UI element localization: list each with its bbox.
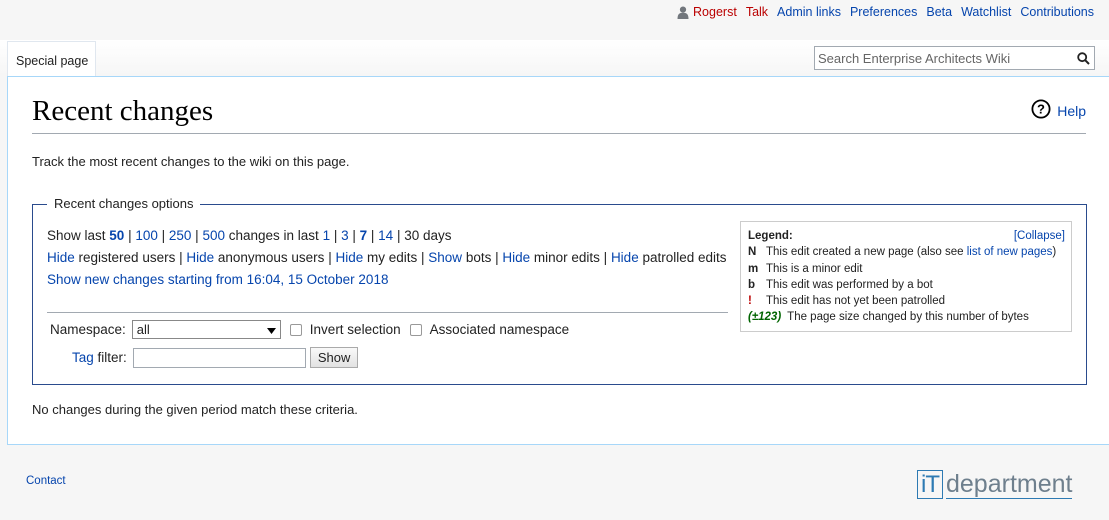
user-link[interactable]: Rogerst [693, 5, 737, 19]
new-changes-link[interactable]: Show new changes starting from 16:04, 15… [47, 272, 388, 287]
limit-250[interactable]: 250 [169, 228, 192, 243]
list-of-new-pages-link[interactable]: list of new pages [967, 246, 1053, 258]
logo-department: department [946, 470, 1073, 499]
search-input[interactable] [815, 48, 1072, 68]
namespace-value: all [136, 322, 150, 337]
tab-special-page[interactable]: Special page [7, 41, 96, 77]
invert-selection-checkbox[interactable] [289, 323, 302, 336]
contact-link[interactable]: Contact [26, 475, 66, 487]
limit-50[interactable]: 50 [109, 228, 124, 243]
search-box [814, 46, 1095, 70]
tag-filter-input[interactable] [132, 347, 306, 368]
tag-filter-label: filter: [97, 350, 127, 365]
chevron-down-icon [266, 322, 276, 337]
page-title: Recent changes [32, 95, 214, 127]
limits-line: Show last 50 | 100 | 250 | 500 changes i… [47, 228, 452, 243]
options-links: Show last 50 | 100 | 250 | 500 changes i… [47, 225, 727, 291]
no-changes-message: No changes during the given period match… [32, 402, 358, 417]
talk-link[interactable]: Talk [746, 5, 768, 19]
options-divider [47, 312, 728, 313]
beta-link[interactable]: Beta [926, 5, 952, 19]
show-button[interactable]: Show [309, 347, 359, 368]
legend-title: Legend: [748, 230, 793, 242]
limit-100[interactable]: 100 [135, 228, 158, 243]
legend-box: Legend: [Collapse] N This edit created a… [740, 221, 1072, 332]
legend-row: ! This edit has not yet been patrolled [748, 295, 946, 308]
legend-row: m This is a minor edit [748, 262, 863, 275]
preferences-link[interactable]: Preferences [850, 5, 917, 19]
associated-namespace-checkbox[interactable] [409, 323, 422, 336]
legend-row: b This edit was performed by a bot [748, 278, 933, 291]
days-14[interactable]: 14 [378, 228, 393, 243]
search-icon[interactable] [1072, 47, 1094, 69]
days-1[interactable]: 1 [323, 228, 331, 243]
tag-filter-row: Tag filter: Show [72, 347, 359, 368]
it-department-logo: iT department [917, 470, 1073, 499]
help-link[interactable]: ? Help [1031, 99, 1086, 122]
hide-anonymous-link[interactable]: Hide [186, 250, 214, 265]
user-icon [677, 6, 689, 19]
admin-links-link[interactable]: Admin links [777, 5, 841, 19]
legend-row: (±123) The page size changed by this num… [748, 311, 1029, 324]
namespace-row: Namespace: all Invert selection Associat… [50, 320, 569, 339]
days-30[interactable]: 30 days [404, 228, 451, 243]
collapse-link[interactable]: [Collapse] [1014, 228, 1065, 244]
help-icon: ? [1031, 99, 1051, 122]
namespace-select[interactable]: all [131, 320, 281, 339]
hide-registered-link[interactable]: Hide [47, 250, 75, 265]
limit-500[interactable]: 500 [202, 228, 225, 243]
help-label[interactable]: Help [1057, 103, 1086, 119]
filters-line: Hide registered users | Hide anonymous u… [47, 250, 727, 265]
days-7[interactable]: 7 [360, 228, 368, 243]
user-menu[interactable]: Rogerst [677, 5, 737, 19]
days-3[interactable]: 3 [341, 228, 349, 243]
hide-minor-link[interactable]: Hide [502, 250, 530, 265]
personal-tools: Rogerst Talk Admin links Preferences Bet… [677, 5, 1094, 19]
tag-link[interactable]: Tag [72, 350, 94, 365]
hide-patrolled-link[interactable]: Hide [611, 250, 639, 265]
invert-selection-label: Invert selection [309, 322, 401, 337]
associated-namespace-label: Associated namespace [429, 322, 570, 337]
legend-row: N This edit created a new page (also see… [748, 246, 1057, 259]
options-legend: Recent changes options [47, 196, 201, 211]
intro-text: Track the most recent changes to the wik… [32, 154, 350, 169]
svg-text:?: ? [1037, 102, 1045, 117]
title-divider [32, 133, 1086, 134]
show-bots-link[interactable]: Show [428, 250, 462, 265]
hide-my-edits-link[interactable]: Hide [335, 250, 363, 265]
watchlist-link[interactable]: Watchlist [961, 5, 1011, 19]
namespace-label: Namespace: [50, 322, 126, 337]
content-area: Recent changes ? Help Track the most rec… [7, 76, 1109, 445]
recent-changes-options: Recent changes options Show last 50 | 10… [32, 196, 1087, 385]
logo-it: iT [917, 470, 943, 499]
contributions-link[interactable]: Contributions [1020, 5, 1094, 19]
